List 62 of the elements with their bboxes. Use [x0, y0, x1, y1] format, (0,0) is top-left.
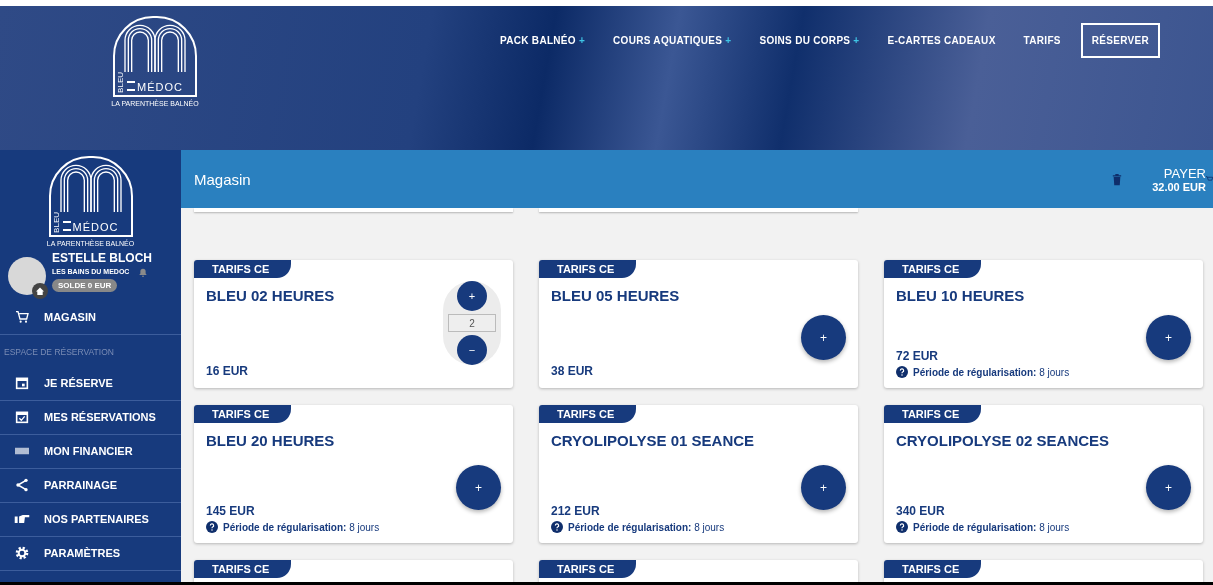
logo-word: BLEU — [117, 72, 125, 93]
quantity-field[interactable]: 2 — [448, 314, 496, 332]
nav-link[interactable]: PACK BALNÉO + — [500, 35, 586, 46]
logo-bars — [127, 80, 135, 91]
user-name: ESTELLE BLOCH — [52, 250, 152, 265]
add-button[interactable]: + — [456, 465, 501, 510]
decrease-button[interactable]: − — [457, 335, 487, 365]
category-tag: TARIFS CE — [884, 260, 982, 278]
balance-badge: SOLDE 0 EUR — [52, 278, 118, 292]
avatar — [8, 256, 46, 295]
category-tag: TARIFS CE — [194, 405, 292, 423]
price: 72 EUR — [896, 349, 940, 363]
category-tag: TARIFS CE — [539, 260, 637, 278]
category-tag: TARIFS CE — [884, 405, 982, 423]
help-icon — [551, 521, 563, 533]
nav-link[interactable]: SOINS DU CORPS + — [759, 35, 860, 46]
note-text: Période de régularisation: 8 jours — [568, 521, 725, 533]
calendar-check-icon — [14, 409, 30, 426]
category-tag: TARIFS CE — [539, 560, 637, 578]
note-text: Période de régularisation: 8 jours — [913, 366, 1070, 378]
help-icon — [896, 366, 908, 378]
category-tag: TARIFS CE — [884, 560, 982, 578]
logo-word: MÉDOC — [72, 221, 119, 233]
nav-link[interactable]: E-CARTES CADEAUX — [887, 35, 996, 46]
section-header: ESPACE DE RÉSERVATION — [3, 345, 115, 359]
calendar-icon — [14, 375, 30, 392]
category-tag: TARIFS CE — [194, 560, 292, 578]
pay-button[interactable]: PAYER 32.00 EUR — [1152, 165, 1206, 193]
add-button[interactable]: + — [801, 465, 846, 510]
help-icon — [896, 521, 908, 533]
note-text: Période de régularisation: 8 jours — [913, 521, 1070, 533]
add-button[interactable]: + — [1146, 465, 1191, 510]
product-name: BLEU 10 HEURES — [896, 287, 1026, 304]
logo-bars — [62, 220, 71, 231]
logo-word: BLEU — [52, 212, 61, 233]
settings-icon — [14, 545, 30, 562]
share-icon — [14, 477, 30, 494]
product-name: CRYOLIPOLYSE 01 SEANCE — [551, 432, 756, 449]
price: 212 EUR — [551, 504, 601, 518]
product-name: BLEU 02 HEURES — [206, 287, 336, 304]
price: 340 EUR — [896, 504, 946, 518]
home-icon — [32, 282, 48, 299]
product-name: BLEU 20 HEURES — [206, 432, 336, 449]
nav-link[interactable]: TARIFS — [1023, 35, 1061, 46]
product-name: BLEU 05 HEURES — [551, 287, 681, 304]
price: 16 EUR — [206, 364, 250, 378]
thumbs-up-icon — [14, 514, 30, 525]
category-tag: TARIFS CE — [194, 260, 292, 278]
help-icon — [206, 521, 218, 533]
product-name: CRYOLIPOLYSE 02 SEANCES — [896, 432, 1111, 449]
note-text: Période de régularisation: 8 jours — [223, 521, 380, 533]
increase-button[interactable]: + — [457, 281, 487, 311]
nav-link[interactable]: RÉSERVER — [1080, 23, 1160, 58]
page-title: Magasin — [194, 170, 252, 188]
price: 145 EUR — [206, 504, 256, 518]
logo-word: MÉDOC — [137, 81, 183, 93]
price: 38 EUR — [551, 364, 595, 378]
trash-icon[interactable] — [1112, 172, 1123, 186]
add-button[interactable]: + — [1146, 315, 1191, 360]
add-button[interactable]: + — [801, 315, 846, 360]
nav-link[interactable]: COURS AQUATIQUES + — [613, 35, 732, 46]
category-tag: TARIFS CE — [539, 405, 637, 423]
